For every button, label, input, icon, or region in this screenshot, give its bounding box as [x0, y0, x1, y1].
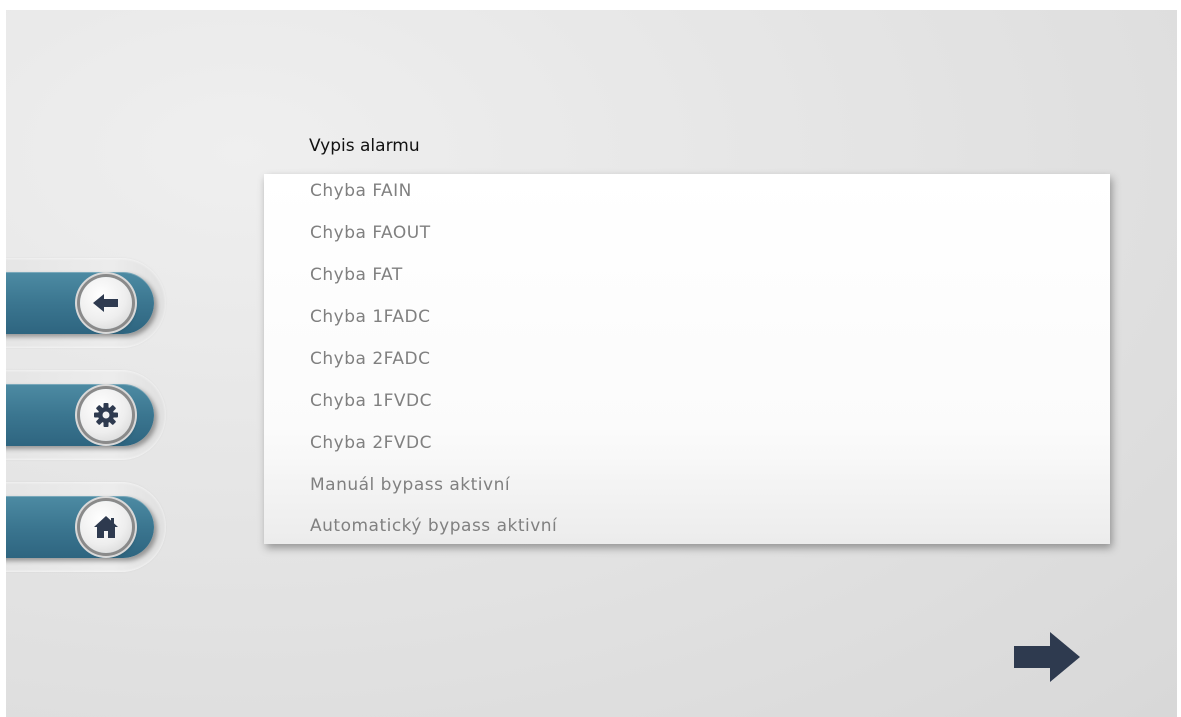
alarm-item: Chyba FAOUT: [310, 223, 431, 243]
arrow-right-icon: [1014, 632, 1080, 682]
alarm-item: Manuál bypass aktivní: [310, 475, 511, 495]
nav-back-tab: [6, 258, 166, 348]
alarm-list: Chyba FAIN Chyba FAOUT Chyba FAT Chyba 1…: [264, 174, 1110, 544]
alarm-item: Chyba FAIN: [310, 181, 412, 201]
settings-button[interactable]: [80, 389, 132, 441]
alarm-item: Chyba FAT: [310, 265, 403, 285]
alarm-item: Chyba 1FVDC: [310, 391, 433, 411]
nav-home-tab: [6, 482, 166, 572]
nav-settings-tab: [6, 370, 166, 460]
hmi-screen: Vypis alarmu Chyba FAIN Chyba FAOUT Chyb…: [6, 10, 1177, 717]
next-page-button[interactable]: [1010, 630, 1082, 684]
alarm-item: Chyba 1FADC: [310, 307, 431, 327]
home-button[interactable]: [80, 501, 132, 553]
arrow-left-icon: [93, 294, 118, 312]
back-button[interactable]: [80, 277, 132, 329]
alarm-item: Chyba 2FVDC: [310, 433, 433, 453]
page-title: Vypis alarmu: [309, 136, 420, 156]
alarm-item: Automatický bypass aktivní: [310, 516, 558, 536]
gear-icon: [94, 403, 118, 427]
home-icon: [94, 516, 118, 538]
alarm-item: Chyba 2FADC: [310, 349, 431, 369]
